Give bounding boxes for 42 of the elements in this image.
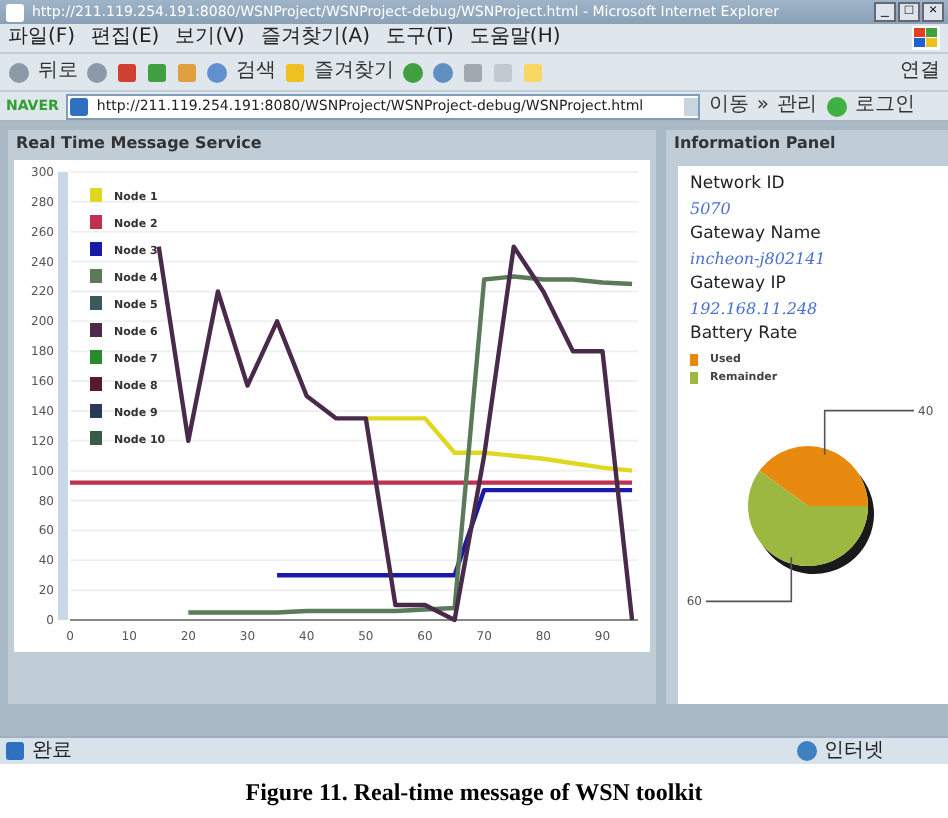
legend-swatch bbox=[90, 215, 102, 229]
legend-swatch bbox=[90, 404, 102, 418]
panel-title: Information Panel bbox=[672, 132, 838, 156]
field-value: 5070 bbox=[690, 200, 733, 218]
back-button[interactable]: 뒤로 bbox=[38, 60, 78, 84]
more-button[interactable]: » bbox=[756, 94, 770, 118]
manage-button[interactable]: 관리 bbox=[777, 94, 818, 118]
legend-swatch bbox=[90, 323, 102, 337]
pie-shadow bbox=[760, 469, 874, 574]
legend-swatch bbox=[690, 354, 698, 366]
flag-icon bbox=[912, 26, 940, 50]
leader-line bbox=[823, 409, 915, 456]
field-label: Network ID bbox=[690, 174, 787, 194]
figure-caption: Figure 11. Real-time message of WSN toolkit bbox=[243, 776, 705, 808]
field-label: Gateway Name bbox=[690, 224, 823, 244]
legend-swatch bbox=[90, 350, 102, 364]
legend-swatch bbox=[90, 242, 102, 256]
legend-swatch bbox=[90, 188, 102, 202]
legend-swatch bbox=[90, 269, 102, 283]
status-text: 완료 bbox=[32, 740, 72, 762]
legend-swatch bbox=[90, 296, 102, 310]
leader-line bbox=[705, 556, 793, 603]
panel-title: Real Time Message Service bbox=[14, 132, 264, 156]
menu-item[interactable]: 도구(T) bbox=[386, 26, 454, 50]
legend-swatch bbox=[90, 377, 102, 391]
field-label: Battery Rate bbox=[690, 324, 800, 344]
menu-item[interactable]: 파일(F) bbox=[8, 26, 76, 50]
login-button[interactable]: 로그인 bbox=[855, 94, 916, 118]
favorites-button[interactable]: 즐겨찾기 bbox=[314, 60, 394, 84]
legend-swatch bbox=[690, 372, 698, 384]
zone-label: 인터넷 bbox=[824, 740, 884, 762]
links-label[interactable]: 연결 bbox=[900, 60, 940, 84]
legend-swatch bbox=[90, 431, 102, 445]
menu-item[interactable]: 즐겨찾기(A) bbox=[260, 26, 370, 50]
menu-item[interactable]: 보기(V) bbox=[175, 26, 245, 50]
menu-item[interactable]: 도움말(H) bbox=[469, 26, 561, 50]
field-value: 192.168.11.248 bbox=[690, 300, 820, 318]
field-label: Gateway IP bbox=[690, 274, 788, 294]
search-button[interactable]: 검색 bbox=[236, 60, 276, 84]
menu-item[interactable]: 편집(E) bbox=[91, 26, 160, 50]
go-button[interactable]: 이동 bbox=[708, 94, 749, 118]
field-value: incheon-j802141 bbox=[690, 250, 828, 268]
